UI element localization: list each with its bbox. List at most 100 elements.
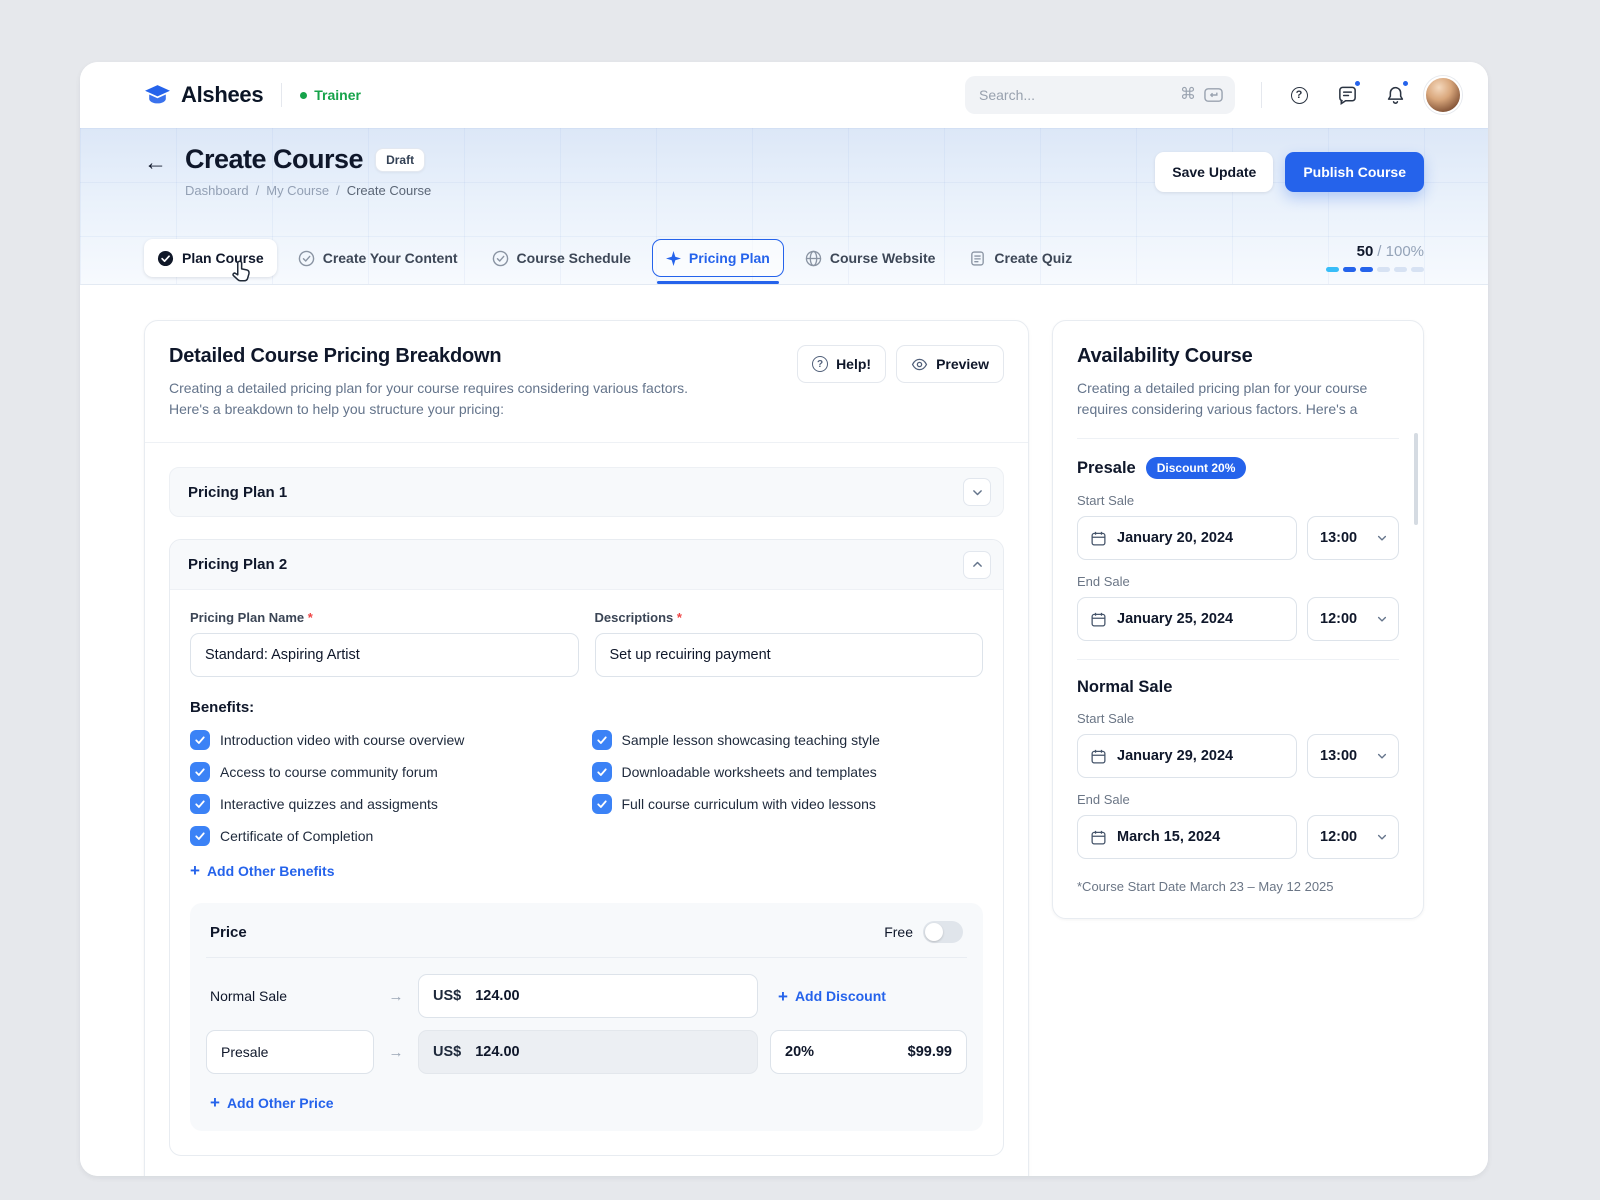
chevron-down-icon — [1376, 532, 1388, 544]
help-button-label: Help! — [836, 356, 871, 372]
presale-start-time: 13:00 — [1320, 530, 1357, 546]
pricing-plan-2-panel: Pricing Plan 2 Pricing Plan Name * — [169, 539, 1004, 1156]
checkbox-checked-icon[interactable] — [592, 730, 612, 750]
role-label: Trainer — [314, 87, 361, 103]
back-button[interactable]: ← — [144, 151, 167, 174]
benefit-checkbox-row[interactable]: Interactive quizzes and assigments — [190, 794, 582, 814]
tab-label: Course Schedule — [517, 250, 631, 266]
logo-icon — [144, 84, 171, 107]
free-label: Free — [884, 924, 913, 940]
benefit-checkbox-row[interactable]: Sample lesson showcasing teaching style — [592, 730, 984, 750]
benefit-label: Certificate of Completion — [220, 828, 373, 844]
checkbox-checked-icon[interactable] — [190, 826, 210, 846]
preview-button[interactable]: Preview — [896, 345, 1004, 383]
benefit-checkbox-row[interactable]: Introduction video with course overview — [190, 730, 582, 750]
availability-subtitle: Creating a detailed pricing plan for you… — [1077, 378, 1399, 420]
normal-start-date-picker[interactable]: January 29, 2024 — [1077, 734, 1297, 778]
search-input[interactable] — [977, 86, 1172, 104]
add-discount-link[interactable]: + Add Discount — [778, 988, 886, 1005]
plan-name-input[interactable] — [190, 633, 579, 677]
expand-plan-1-button[interactable] — [963, 478, 991, 506]
checkbox-checked-icon[interactable] — [190, 762, 210, 782]
benefit-checkbox-row[interactable]: Certificate of Completion — [190, 826, 582, 846]
presale-amount-input[interactable]: US$ 124.00 — [418, 1030, 758, 1074]
discount-box[interactable]: 20% $99.99 — [770, 1030, 967, 1074]
title-block: Create Course Draft Dashboard / My Cours… — [185, 144, 431, 198]
normal-sale-amount-input[interactable]: US$ 124.00 — [418, 974, 758, 1018]
help-button[interactable]: ? — [1280, 76, 1318, 114]
benefit-checkbox-row[interactable]: Access to course community forum — [190, 762, 582, 782]
pricing-plan-1-header[interactable]: Pricing Plan 1 — [169, 467, 1004, 517]
tab-course-schedule[interactable]: Course Schedule — [479, 239, 644, 277]
plan-description-field: Descriptions * — [595, 610, 984, 677]
brand-logo[interactable]: Alshees — [144, 82, 263, 108]
normal-start-time-select[interactable]: 13:00 — [1307, 734, 1399, 778]
search-box[interactable]: ⌘ — [965, 76, 1235, 114]
checkbox-checked-icon[interactable] — [592, 762, 612, 782]
scrollbar-thumb[interactable] — [1414, 433, 1418, 525]
topbar-separator — [1261, 82, 1262, 108]
benefit-label: Sample lesson showcasing teaching style — [622, 732, 880, 748]
tab-label: Create Your Content — [323, 250, 458, 266]
presale-end-time-select[interactable]: 12:00 — [1307, 597, 1399, 641]
plan-description-input[interactable] — [595, 633, 984, 677]
tab-create-quiz[interactable]: Create Quiz — [956, 239, 1085, 277]
currency-label: US$ — [433, 988, 461, 1004]
tab-create-your-content[interactable]: Create Your Content — [285, 239, 471, 277]
progress-bar — [1326, 267, 1424, 272]
required-asterisk: * — [308, 610, 313, 625]
presale-end-sale-label: End Sale — [1077, 574, 1399, 589]
presale-end-date: January 25, 2024 — [1117, 611, 1233, 627]
normal-start-time: 13:00 — [1320, 748, 1357, 764]
normal-end-sale-label: End Sale — [1077, 792, 1399, 807]
chevron-down-icon — [971, 486, 984, 499]
notifications-button[interactable] — [1376, 76, 1414, 114]
tab-course-website[interactable]: Course Website — [792, 239, 949, 277]
availability-title: Availability Course — [1077, 345, 1399, 368]
add-other-price-link[interactable]: + Add Other Price — [206, 1094, 334, 1111]
add-other-benefits-link[interactable]: + Add Other Benefits — [190, 862, 335, 879]
presale-start-time-select[interactable]: 13:00 — [1307, 516, 1399, 560]
topbar-actions: ⌘ ? — [965, 76, 1462, 114]
plus-icon: + — [210, 1094, 220, 1111]
presale-end-date-picker[interactable]: January 25, 2024 — [1077, 597, 1297, 641]
benefits-list: Introduction video with course overview … — [190, 730, 983, 846]
calendar-icon — [1090, 611, 1107, 628]
save-update-button[interactable]: Save Update — [1155, 152, 1273, 192]
checkbox-checked-icon[interactable] — [190, 794, 210, 814]
benefit-checkbox-row[interactable]: Full course curriculum with video lesson… — [592, 794, 984, 814]
pricing-card-subtitle-2: Here's a breakdown to help you structure… — [169, 401, 504, 417]
checkbox-checked-icon[interactable] — [190, 730, 210, 750]
globe-icon — [805, 250, 822, 267]
presale-type-select[interactable]: Presale — [206, 1030, 374, 1074]
normal-end-date-picker[interactable]: March 15, 2024 — [1077, 815, 1297, 859]
pricing-plan-2-header[interactable]: Pricing Plan 2 — [170, 540, 1003, 590]
normal-end-time-select[interactable]: 12:00 — [1307, 815, 1399, 859]
calendar-icon — [1090, 829, 1107, 846]
free-toggle[interactable] — [923, 921, 963, 943]
progress-suffix: / 100% — [1377, 243, 1424, 260]
help-pricing-button[interactable]: ? Help! — [797, 345, 886, 383]
collapse-plan-2-button[interactable] — [963, 551, 991, 579]
question-icon: ? — [812, 356, 828, 372]
tab-pricing-plan[interactable]: Pricing Plan — [652, 239, 784, 277]
benefit-checkbox-row[interactable]: Downloadable worksheets and templates — [592, 762, 984, 782]
content: Detailed Course Pricing Breakdown Creati… — [80, 285, 1488, 1176]
add-discount-label: Add Discount — [795, 988, 886, 1004]
notification-dot — [1353, 79, 1362, 88]
breadcrumb-dashboard[interactable]: Dashboard — [185, 183, 249, 198]
breadcrumb-separator: / — [256, 183, 260, 198]
messages-button[interactable] — [1328, 76, 1366, 114]
pricing-plan-2-title: Pricing Plan 2 — [188, 556, 287, 573]
calendar-icon — [1090, 748, 1107, 765]
role-badge: Trainer — [300, 87, 361, 103]
breadcrumb-my-course[interactable]: My Course — [266, 183, 329, 198]
presale-amount: 124.00 — [475, 1044, 519, 1060]
presale-start-date-picker[interactable]: January 20, 2024 — [1077, 516, 1297, 560]
publish-course-button[interactable]: Publish Course — [1285, 152, 1424, 192]
tab-plan-course[interactable]: Plan Course — [144, 239, 277, 277]
checkbox-checked-icon[interactable] — [592, 794, 612, 814]
eye-icon — [911, 356, 928, 373]
avatar[interactable] — [1424, 76, 1462, 114]
pricing-card-title: Detailed Course Pricing Breakdown — [169, 345, 688, 368]
